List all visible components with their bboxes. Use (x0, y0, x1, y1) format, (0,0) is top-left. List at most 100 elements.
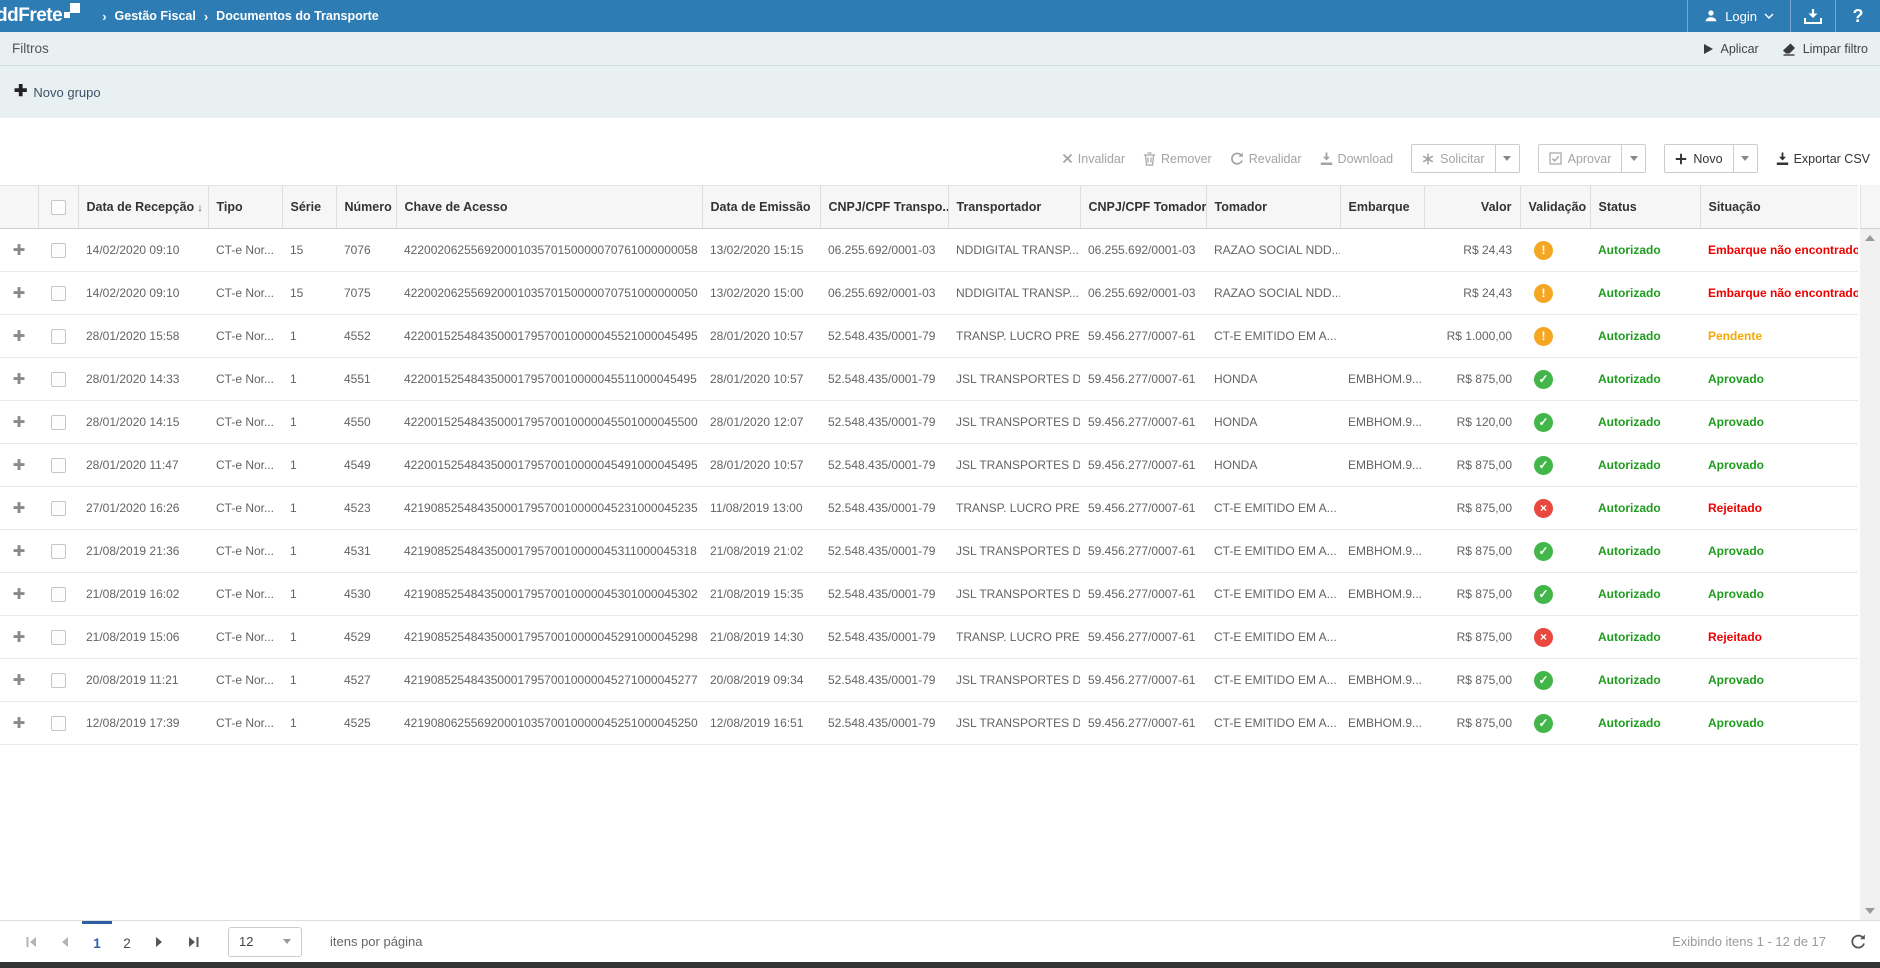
header-transportador[interactable]: Transportador (948, 186, 1080, 229)
scroll-down-icon[interactable] (1865, 908, 1875, 914)
header-data-recepcao[interactable]: Data de Recepção↓ (78, 186, 208, 229)
cell-embarque: EMBHOM.9... (1340, 358, 1424, 401)
table-row[interactable]: ✚28/01/2020 14:15CT-e Nor...145504220015… (0, 401, 1858, 444)
table-row[interactable]: ✚27/01/2020 16:26CT-e Nor...145234219085… (0, 487, 1858, 530)
page-button-2[interactable]: 2 (112, 921, 142, 962)
invalidate-button[interactable]: Invalidar (1062, 152, 1125, 166)
row-checkbox[interactable] (51, 673, 66, 688)
expand-row-icon[interactable]: ✚ (13, 499, 26, 517)
revalidate-button[interactable]: Revalidar (1230, 152, 1302, 166)
row-checkbox[interactable] (51, 415, 66, 430)
cell-transportador: NDDIGITAL TRANSP... (948, 229, 1080, 272)
header-cnpj-transportador[interactable]: CNPJ/CPF Transpo... (820, 186, 948, 229)
download-button[interactable]: Download (1320, 152, 1394, 166)
table-row[interactable]: ✚12/08/2019 17:39CT-e Nor...145254219080… (0, 702, 1858, 745)
last-page-button[interactable] (176, 921, 210, 962)
header-valor[interactable]: Valor (1424, 186, 1520, 229)
expand-row-icon[interactable]: ✚ (13, 542, 26, 560)
row-checkbox[interactable] (51, 630, 66, 645)
new-button[interactable]: Novo (1665, 145, 1732, 172)
expand-row-icon[interactable]: ✚ (13, 714, 26, 732)
pagination-bar: 1 2 12 itens por página Exibindo itens 1… (0, 920, 1880, 962)
row-checkbox[interactable] (51, 286, 66, 301)
breadcrumb-item-documentos-transporte[interactable]: Documentos do Transporte (216, 9, 379, 23)
page-button-1[interactable]: 1 (82, 921, 112, 962)
approve-dropdown-button[interactable] (1621, 145, 1645, 172)
header-tomador[interactable]: Tomador (1206, 186, 1340, 229)
cell-emissao: 21/08/2019 15:35 (702, 573, 820, 616)
help-button[interactable]: ? (1836, 0, 1880, 32)
table-row[interactable]: ✚14/02/2020 09:10CT-e Nor...157075422002… (0, 272, 1858, 315)
expand-row-icon[interactable]: ✚ (13, 456, 26, 474)
table-row[interactable]: ✚28/01/2020 11:47CT-e Nor...145494220015… (0, 444, 1858, 487)
header-cnpj-tomador[interactable]: CNPJ/CPF Tomador (1080, 186, 1206, 229)
expand-row-icon[interactable]: ✚ (13, 241, 26, 259)
refresh-grid-button[interactable] (1850, 934, 1866, 949)
cell-situacao: Rejeitado (1700, 487, 1858, 530)
header-data-emissao[interactable]: Data de Emissão (702, 186, 820, 229)
new-dropdown-button[interactable] (1733, 145, 1757, 172)
scroll-up-icon[interactable] (1865, 235, 1875, 241)
table-row[interactable]: ✚21/08/2019 21:36CT-e Nor...145314219085… (0, 530, 1858, 573)
vertical-scrollbar[interactable] (1860, 185, 1880, 920)
table-row[interactable]: ✚28/01/2020 14:33CT-e Nor...145514220015… (0, 358, 1858, 401)
expand-row-icon[interactable]: ✚ (13, 413, 26, 431)
expand-row-icon[interactable]: ✚ (13, 585, 26, 603)
expand-row-icon[interactable]: ✚ (13, 327, 26, 345)
expand-row-icon[interactable]: ✚ (13, 671, 26, 689)
row-checkbox[interactable] (51, 716, 66, 731)
app-logo[interactable]: ddFrete (0, 1, 80, 31)
header-numero[interactable]: Número (336, 186, 396, 229)
expand-row-icon[interactable]: ✚ (13, 284, 26, 302)
page-size-select[interactable]: 12 (228, 927, 302, 957)
row-checkbox[interactable] (51, 243, 66, 258)
approve-button[interactable]: Aprovar (1539, 145, 1622, 172)
next-page-button[interactable] (142, 921, 176, 962)
table-row[interactable]: ✚14/02/2020 09:10CT-e Nor...157076422002… (0, 229, 1858, 272)
login-menu[interactable]: Login (1688, 0, 1790, 32)
cell-chave: 4219085254843500017957001000004529100004… (396, 616, 702, 659)
header-embarque[interactable]: Embarque (1340, 186, 1424, 229)
cell-valor: R$ 875,00 (1424, 702, 1520, 745)
new-group-button[interactable]: ✚ Novo grupo (14, 84, 101, 100)
scrollbar-track[interactable] (1860, 229, 1880, 920)
header-serie[interactable]: Série (282, 186, 336, 229)
row-checkbox[interactable] (51, 501, 66, 516)
header-validacao[interactable]: Validação (1520, 186, 1590, 229)
validation-warning-icon: ! (1534, 241, 1553, 260)
expand-row-icon[interactable]: ✚ (13, 370, 26, 388)
table-row[interactable]: ✚21/08/2019 15:06CT-e Nor...145294219085… (0, 616, 1858, 659)
export-csv-button[interactable]: Exportar CSV (1776, 152, 1870, 166)
request-dropdown-button[interactable] (1495, 145, 1519, 172)
cell-tipo: CT-e Nor... (208, 444, 282, 487)
previous-page-button[interactable] (48, 921, 82, 962)
remove-button[interactable]: Remover (1143, 152, 1212, 166)
row-checkbox[interactable] (51, 458, 66, 473)
header-situacao[interactable]: Situação (1700, 186, 1858, 229)
table-row[interactable]: ✚21/08/2019 16:02CT-e Nor...145304219085… (0, 573, 1858, 616)
row-checkbox[interactable] (51, 587, 66, 602)
header-chave-acesso[interactable]: Chave de Acesso (396, 186, 702, 229)
cell-transportador: JSL TRANSPORTES D... (948, 659, 1080, 702)
header-tipo[interactable]: Tipo (208, 186, 282, 229)
apply-filter-button[interactable]: Aplicar (1703, 42, 1758, 56)
cell-embarque: EMBHOM.9... (1340, 401, 1424, 444)
row-checkbox[interactable] (51, 329, 66, 344)
app-logo-text: ddFrete (0, 1, 62, 31)
breadcrumb-item-gestao-fiscal[interactable]: Gestão Fiscal (115, 9, 196, 23)
cell-chave: 4220020625569200010357015000007076100000… (396, 229, 702, 272)
table-row[interactable]: ✚28/01/2020 15:58CT-e Nor...145524220015… (0, 315, 1858, 358)
select-all-checkbox[interactable] (51, 200, 66, 215)
header-status[interactable]: Status (1590, 186, 1700, 229)
first-page-button[interactable] (14, 921, 48, 962)
table-row[interactable]: ✚20/08/2019 11:21CT-e Nor...145274219085… (0, 659, 1858, 702)
downloads-button[interactable] (1791, 0, 1835, 32)
row-checkbox[interactable] (51, 372, 66, 387)
cell-validacao: ! (1520, 229, 1590, 272)
expand-row-icon[interactable]: ✚ (13, 628, 26, 646)
row-checkbox[interactable] (51, 544, 66, 559)
help-icon: ? (1853, 6, 1864, 27)
request-button[interactable]: Solicitar (1412, 145, 1494, 172)
cell-recepcao: 21/08/2019 16:02 (78, 573, 208, 616)
clear-filter-button[interactable]: Limpar filtro (1781, 42, 1868, 56)
